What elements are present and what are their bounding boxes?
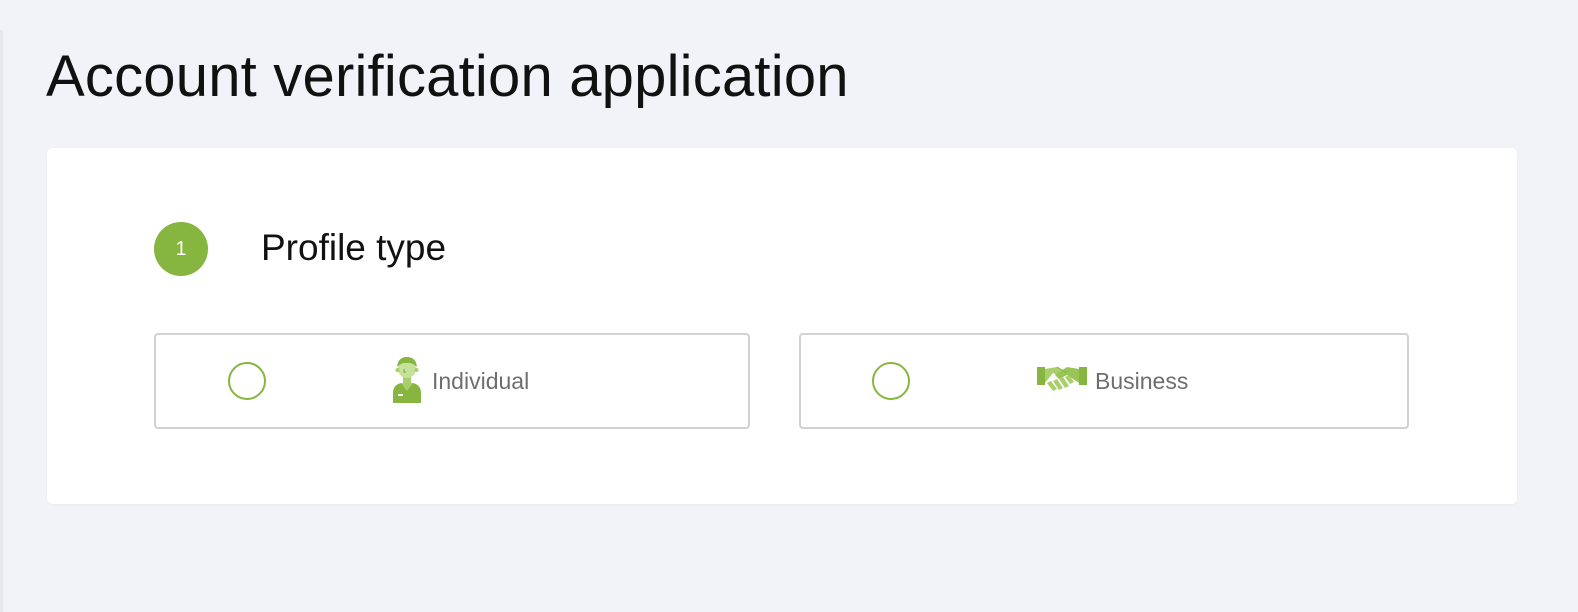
business-option[interactable]: Business [799, 333, 1409, 429]
step-title: Profile type [261, 227, 447, 268]
page-title: Account verification application [46, 44, 849, 109]
business-option-content: Business [1037, 335, 1188, 427]
profile-type-card: 1 Profile type Individual Business [47, 148, 1517, 504]
individual-radio[interactable] [228, 362, 266, 400]
business-label: Business [1095, 367, 1189, 394]
person-icon [390, 355, 424, 408]
individual-option[interactable]: Individual [154, 333, 750, 429]
individual-option-content: Individual [390, 335, 529, 427]
step-number-badge: 1 [154, 222, 208, 276]
individual-label: Individual [432, 367, 530, 394]
business-radio[interactable] [872, 362, 910, 400]
page-edge-divider [0, 30, 3, 612]
handshake-icon [1037, 363, 1087, 400]
